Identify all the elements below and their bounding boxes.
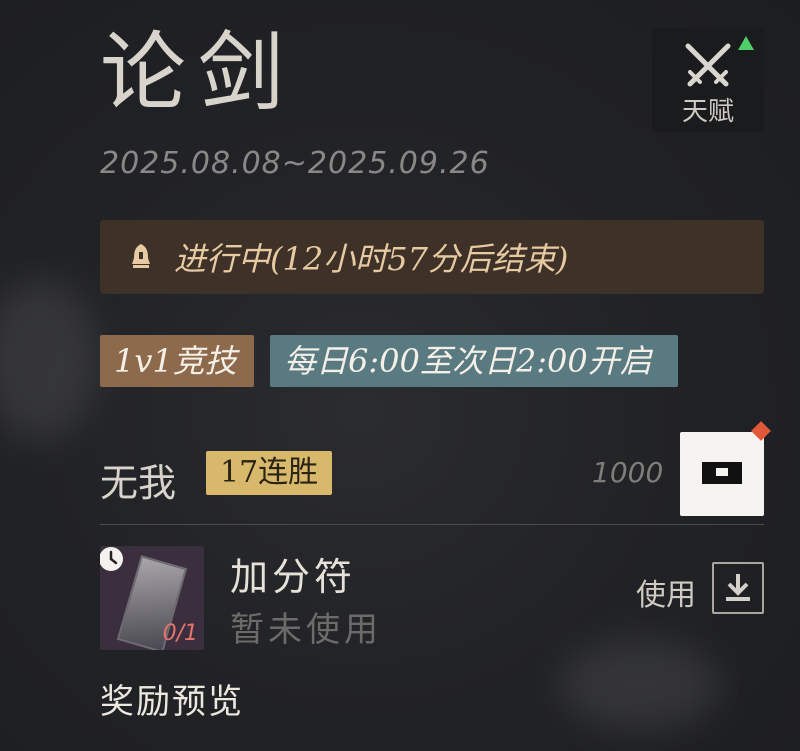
download-icon [726, 574, 750, 601]
crossed-swords-icon [685, 43, 731, 87]
background-smoke [0, 280, 100, 440]
item-count: 0/1 [162, 621, 198, 646]
item-name: 加分符 [230, 555, 357, 599]
bonus-talisman-item[interactable]: 0/1 [100, 546, 204, 650]
clock-icon [100, 547, 123, 571]
item-status: 暂未使用 [230, 610, 382, 650]
divider [100, 524, 764, 525]
event-date-range: 2025.08.08~2025.09.26 [100, 146, 490, 181]
event-title: 论剑 [100, 23, 296, 123]
reward-chest-button[interactable] [680, 421, 771, 516]
use-button[interactable] [712, 562, 764, 614]
win-streak-badge: 17连胜 [206, 451, 333, 495]
chest-lock [716, 468, 728, 476]
talent-label: 天赋 [681, 97, 734, 127]
bell-icon [132, 244, 150, 268]
status-banner: 进行中(12小时57分后结束) [100, 220, 764, 294]
alert-dot [751, 421, 771, 441]
status-text: 进行中(12小时57分后结束) [174, 240, 569, 278]
talent-button[interactable]: 天赋 [652, 28, 764, 132]
mode-tag: 1v1竞技 [100, 335, 254, 387]
use-label[interactable]: 使用 [636, 570, 696, 614]
schedule-tag: 每日6:00至次日2:00开启 [270, 335, 678, 387]
reward-preview-label[interactable]: 奖励预览 [100, 674, 244, 723]
rank-score: 1000 [592, 456, 664, 489]
rank-name: 无我 [100, 461, 177, 505]
green-up-arrow-icon [738, 36, 754, 50]
background-smoke [560, 640, 720, 730]
